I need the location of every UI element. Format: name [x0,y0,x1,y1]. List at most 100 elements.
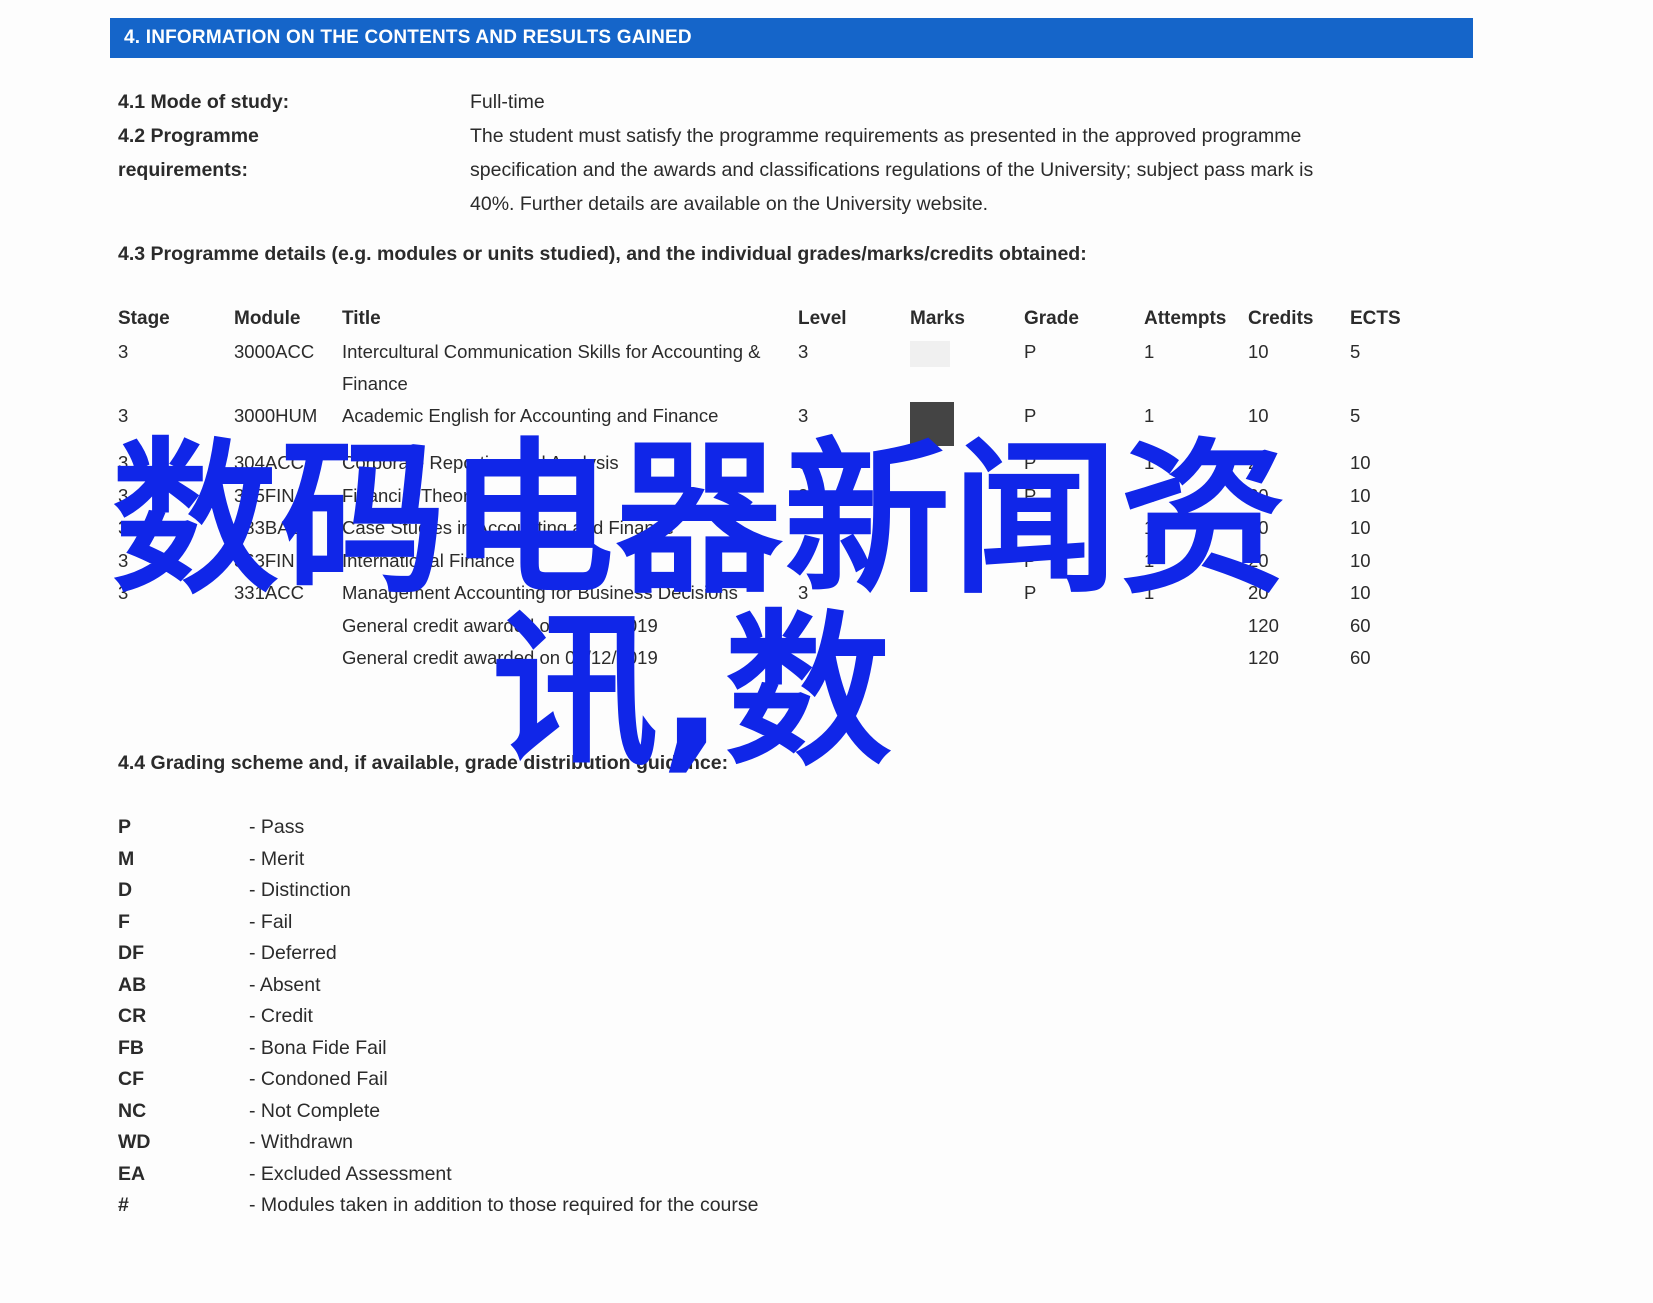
cell-stage: 3 [118,517,129,538]
legend-row: M - Merit [118,844,758,876]
cell-marks [910,336,1024,400]
cell-stage: 3 [118,452,129,473]
legend-row: CF - Condoned Fail [118,1064,758,1096]
cell-stage: 3 [118,549,129,571]
legend-code: M [118,847,135,870]
table-row: 3 331ACC Management Accounting for Busines… [118,577,1458,610]
programme-details-heading: 4.3 Programme details (e.g. modules or u… [118,243,1087,265]
cell-module [234,642,342,675]
cell-stage [118,610,234,643]
cell-title: Academic English for Accounting and Fina… [342,405,719,426]
legend-row: AB - Absent [118,970,758,1002]
cell-grade: P [1024,549,1037,571]
cell-stage: 3 [118,341,129,362]
cell-marks [910,610,1024,643]
cell-grade: P [1024,582,1037,603]
legend-code: P [118,816,132,838]
cell-module [234,610,342,643]
programme-requirements-value-line2: specification and the awards and classif… [470,159,1314,181]
legend-description: - Excluded Assessment [249,1162,452,1185]
column-header-module: Module [234,308,301,329]
table-row: 3 383BAC Case Studies in Accounting and Fi… [118,512,1458,545]
legend-description: - Not Complete [249,1099,381,1122]
cell-attempts: 1 [1144,341,1155,362]
legend-description: - Withdrawn [249,1131,354,1153]
cell-attempts [1144,642,1248,675]
cell-level: 3 [798,582,809,603]
legend-row: D - Distinction [118,875,758,907]
cell-title: Management Accounting for Business Decis… [342,582,738,603]
cell-title: International Finance [342,549,515,571]
legend-description: - Absent [249,973,321,996]
cell-level: 3 [798,517,809,538]
cell-title: Financial Theory [342,484,479,506]
legend-row: WD - Withdrawn [118,1127,758,1159]
legend-description: - Fail [249,910,293,933]
field-programme-requirements-line1: 4.2 Programme The student must satisfy t… [118,120,1458,152]
cell-grade: P [1024,452,1037,473]
section-banner-title: 4. INFORMATION ON THE CONTENTS AND RESUL… [124,27,692,48]
cell-credits: 120 [1248,614,1279,636]
table-row: General credit awarded on 01/12/2019 120 6… [118,642,1458,675]
legend-row: EA - Excluded Assessment [118,1159,758,1191]
column-header-title: Title [342,308,381,329]
cell-stage [118,642,234,675]
cell-title: Intercultural Communication Skills for A… [342,341,761,394]
cell-marks [910,512,1024,545]
legend-code: FB [118,1036,144,1059]
cell-title: General credit awarded on 01/12/2019 [342,614,658,636]
legend-code: F [118,910,130,933]
cell-ects: 5 [1350,341,1361,362]
legend-code: CF [118,1068,144,1090]
cell-level: 3 [798,549,809,571]
legend-description: - Condoned Fail [249,1068,388,1090]
cell-module: 305FIN [234,484,295,506]
cell-grade [1024,642,1144,675]
cell-ects: 10 [1350,452,1371,473]
legend-code: EA [118,1162,146,1185]
cell-module: 3000ACC [234,341,315,362]
cell-level: 3 [798,452,809,473]
section-banner: 4. INFORMATION ON THE CONTENTS AND RESUL… [110,18,1473,58]
cell-title: Case Studies in Accounting and Finance [342,517,675,538]
cell-attempts: 1 [1144,452,1155,473]
legend-row: P - Pass [118,812,758,844]
legend-row: NC - Not Complete [118,1096,758,1128]
legend-code: # [118,1194,129,1216]
legend-description: - Credit [249,1005,313,1027]
cell-module: 304ACC [234,452,304,473]
cell-marks [910,400,1024,447]
programme-requirements-label-line1: 4.2 Programme [118,125,259,147]
table-row: General credit awarded on 01/12/2019 120 6… [118,610,1458,643]
cell-attempts [1144,610,1248,643]
legend-code: AB [118,973,147,996]
cell-grade: P [1024,484,1037,506]
legend-description: - Merit [249,847,305,870]
cell-stage: 3 [118,582,129,603]
legend-code: WD [118,1131,151,1153]
cell-credits: 10 [1248,341,1269,362]
cell-attempts: 1 [1144,405,1155,426]
cell-credits: 20 [1248,517,1269,538]
legend-code: NC [118,1099,147,1122]
cell-credits: 10 [1248,405,1269,426]
cell-module: 3000HUM [234,405,318,426]
cell-credits: 20 [1248,452,1269,473]
mode-of-study-label: 4.1 Mode of study: [118,91,290,113]
cell-grade: P [1024,341,1037,362]
legend-row: # - Modules taken in addition to those re… [118,1190,758,1222]
cell-marks [910,545,1024,578]
cell-credits: 120 [1248,647,1279,668]
cell-attempts: 1 [1144,582,1155,603]
column-header-ects: ECTS [1350,308,1401,329]
cell-module: 383BAC [234,517,303,538]
legend-description: - Modules taken in addition to those req… [249,1194,759,1216]
field-programme-requirements-line2: requirements: specification and the awar… [118,154,1458,186]
document-page: 4. INFORMATION ON THE CONTENTS AND RESUL… [0,0,1653,1303]
programme-requirements-label-line2: requirements: [118,159,249,181]
cell-level: 3 [798,405,809,426]
cell-ects: 5 [1350,405,1361,426]
cell-attempts: 1 [1144,517,1155,538]
field-programme-requirements-line3: 40%. Further details are available on th… [118,188,1458,220]
legend-code: D [118,879,133,901]
